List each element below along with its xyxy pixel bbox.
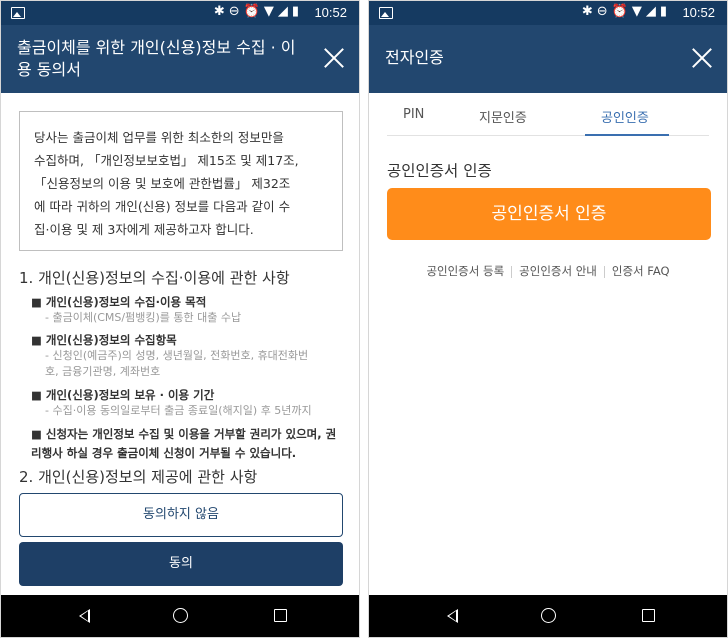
item-sub-fields-cont: 호, 금융기관명, 계좌번호 xyxy=(45,365,161,378)
image-icon xyxy=(379,7,393,19)
auth-tabs: PIN 지문인증 공인인증 xyxy=(387,93,709,136)
consent-line: 수집하며, 「개인정보보호법」 제15조 및 제17조, xyxy=(34,153,299,168)
recent-apps-icon[interactable] xyxy=(274,609,287,622)
page-title: 출금이체를 위한 개인(신용)정보 수집 · 이용 동의서 xyxy=(17,38,296,79)
item-sub-period: - 수집·이용 동의일로부터 출금 종료일(해지일) 후 5년까지 xyxy=(45,404,312,417)
home-icon[interactable] xyxy=(541,608,556,623)
nav-bar xyxy=(369,595,727,637)
tab-fingerprint[interactable]: 지문인증 xyxy=(479,107,527,126)
link-cert-guide[interactable]: 공인인증서 안내 xyxy=(512,263,604,279)
recent-apps-icon[interactable] xyxy=(642,609,655,622)
active-tab-indicator xyxy=(585,134,669,136)
consent-screen: ✱⊖⏰▼◢▮ 10:52 출금이체를 위한 개인(신용)정보 수집 · 이용 동… xyxy=(0,0,360,638)
status-bar: ✱⊖⏰▼◢▮ 10:52 xyxy=(369,1,727,25)
close-icon[interactable] xyxy=(691,47,713,69)
consent-line: 에 따라 귀하의 개인(신용) 정보를 다음과 같이 수 xyxy=(34,199,291,214)
nav-bar xyxy=(1,595,359,637)
notice-line: 리행사 하실 경우 출금이체 신청이 거부될 수 있습니다. xyxy=(31,446,297,460)
disagree-button[interactable]: 동의하지 않음 xyxy=(19,493,343,537)
app-header: 전자인증 xyxy=(369,25,727,93)
status-time: 10:52 xyxy=(314,5,347,20)
cert-links: 공인인증서 등록 공인인증서 안내 인증서 FAQ xyxy=(369,263,727,279)
consent-intro-box: 당사는 출금이체 업무를 위한 최소한의 정보만을 수집하며, 「개인정보보호법… xyxy=(19,111,343,251)
close-icon[interactable] xyxy=(323,47,345,69)
item-head-purpose: ■ 개인(신용)정보의 수집·이용 목적 xyxy=(31,295,207,309)
section-title-provision: 2. 개인(신용)정보의 제공에 관한 사항 xyxy=(19,468,258,486)
status-time: 10:52 xyxy=(682,5,715,20)
app-header: 출금이체를 위한 개인(신용)정보 수집 · 이용 동의서 xyxy=(1,25,359,93)
home-icon[interactable] xyxy=(173,608,188,623)
tab-pin[interactable]: PIN xyxy=(403,107,424,122)
item-head-fields: ■ 개인(신용)정보의 수집항목 xyxy=(31,333,177,347)
agree-button[interactable]: 동의 xyxy=(19,542,343,586)
image-icon xyxy=(11,7,25,19)
certificate-auth-screen: ✱⊖⏰▼◢▮ 10:52 전자인증 PIN 지문인증 공인인증 공인인증서 인증… xyxy=(368,0,728,638)
back-icon[interactable] xyxy=(447,609,458,623)
cert-auth-button[interactable]: 공인인증서 인증 xyxy=(387,188,711,240)
section-title-collection: 1. 개인(신용)정보의 수집·이용에 관한 사항 xyxy=(19,269,290,287)
consent-line: 집·이용 및 제 3자에게 제공하고자 합니다. xyxy=(34,222,254,237)
back-icon[interactable] xyxy=(79,609,90,623)
link-cert-register[interactable]: 공인인증서 등록 xyxy=(419,263,511,279)
consent-line: 당사는 출금이체 업무를 위한 최소한의 정보만을 xyxy=(34,130,284,145)
page-title: 전자인증 xyxy=(385,48,444,67)
link-cert-faq[interactable]: 인증서 FAQ xyxy=(605,263,677,279)
refusal-notice: ■ 신청자는 개인정보 수집 및 이용을 거부할 권리가 있으며, 권 리행사 … xyxy=(31,425,351,463)
status-icons: ✱⊖⏰▼◢▮ xyxy=(213,4,303,19)
cert-section-title: 공인인증서 인증 xyxy=(387,162,492,180)
notice-line: ■ 신청자는 개인정보 수집 및 이용을 거부할 권리가 있으며, 권 xyxy=(31,427,337,441)
status-icons: ✱⊖⏰▼◢▮ xyxy=(581,4,671,19)
item-sub-purpose: - 출금이체(CMS/펌뱅킹)를 통한 대출 수납 xyxy=(45,311,242,324)
tab-certificate[interactable]: 공인인증 xyxy=(601,107,649,126)
status-bar: ✱⊖⏰▼◢▮ 10:52 xyxy=(1,1,359,25)
consent-line: 「신용정보의 이용 및 보호에 관한법률」 제32조 xyxy=(34,176,291,191)
item-head-period: ■ 개인(신용)정보의 보유 · 이용 기간 xyxy=(31,388,215,402)
